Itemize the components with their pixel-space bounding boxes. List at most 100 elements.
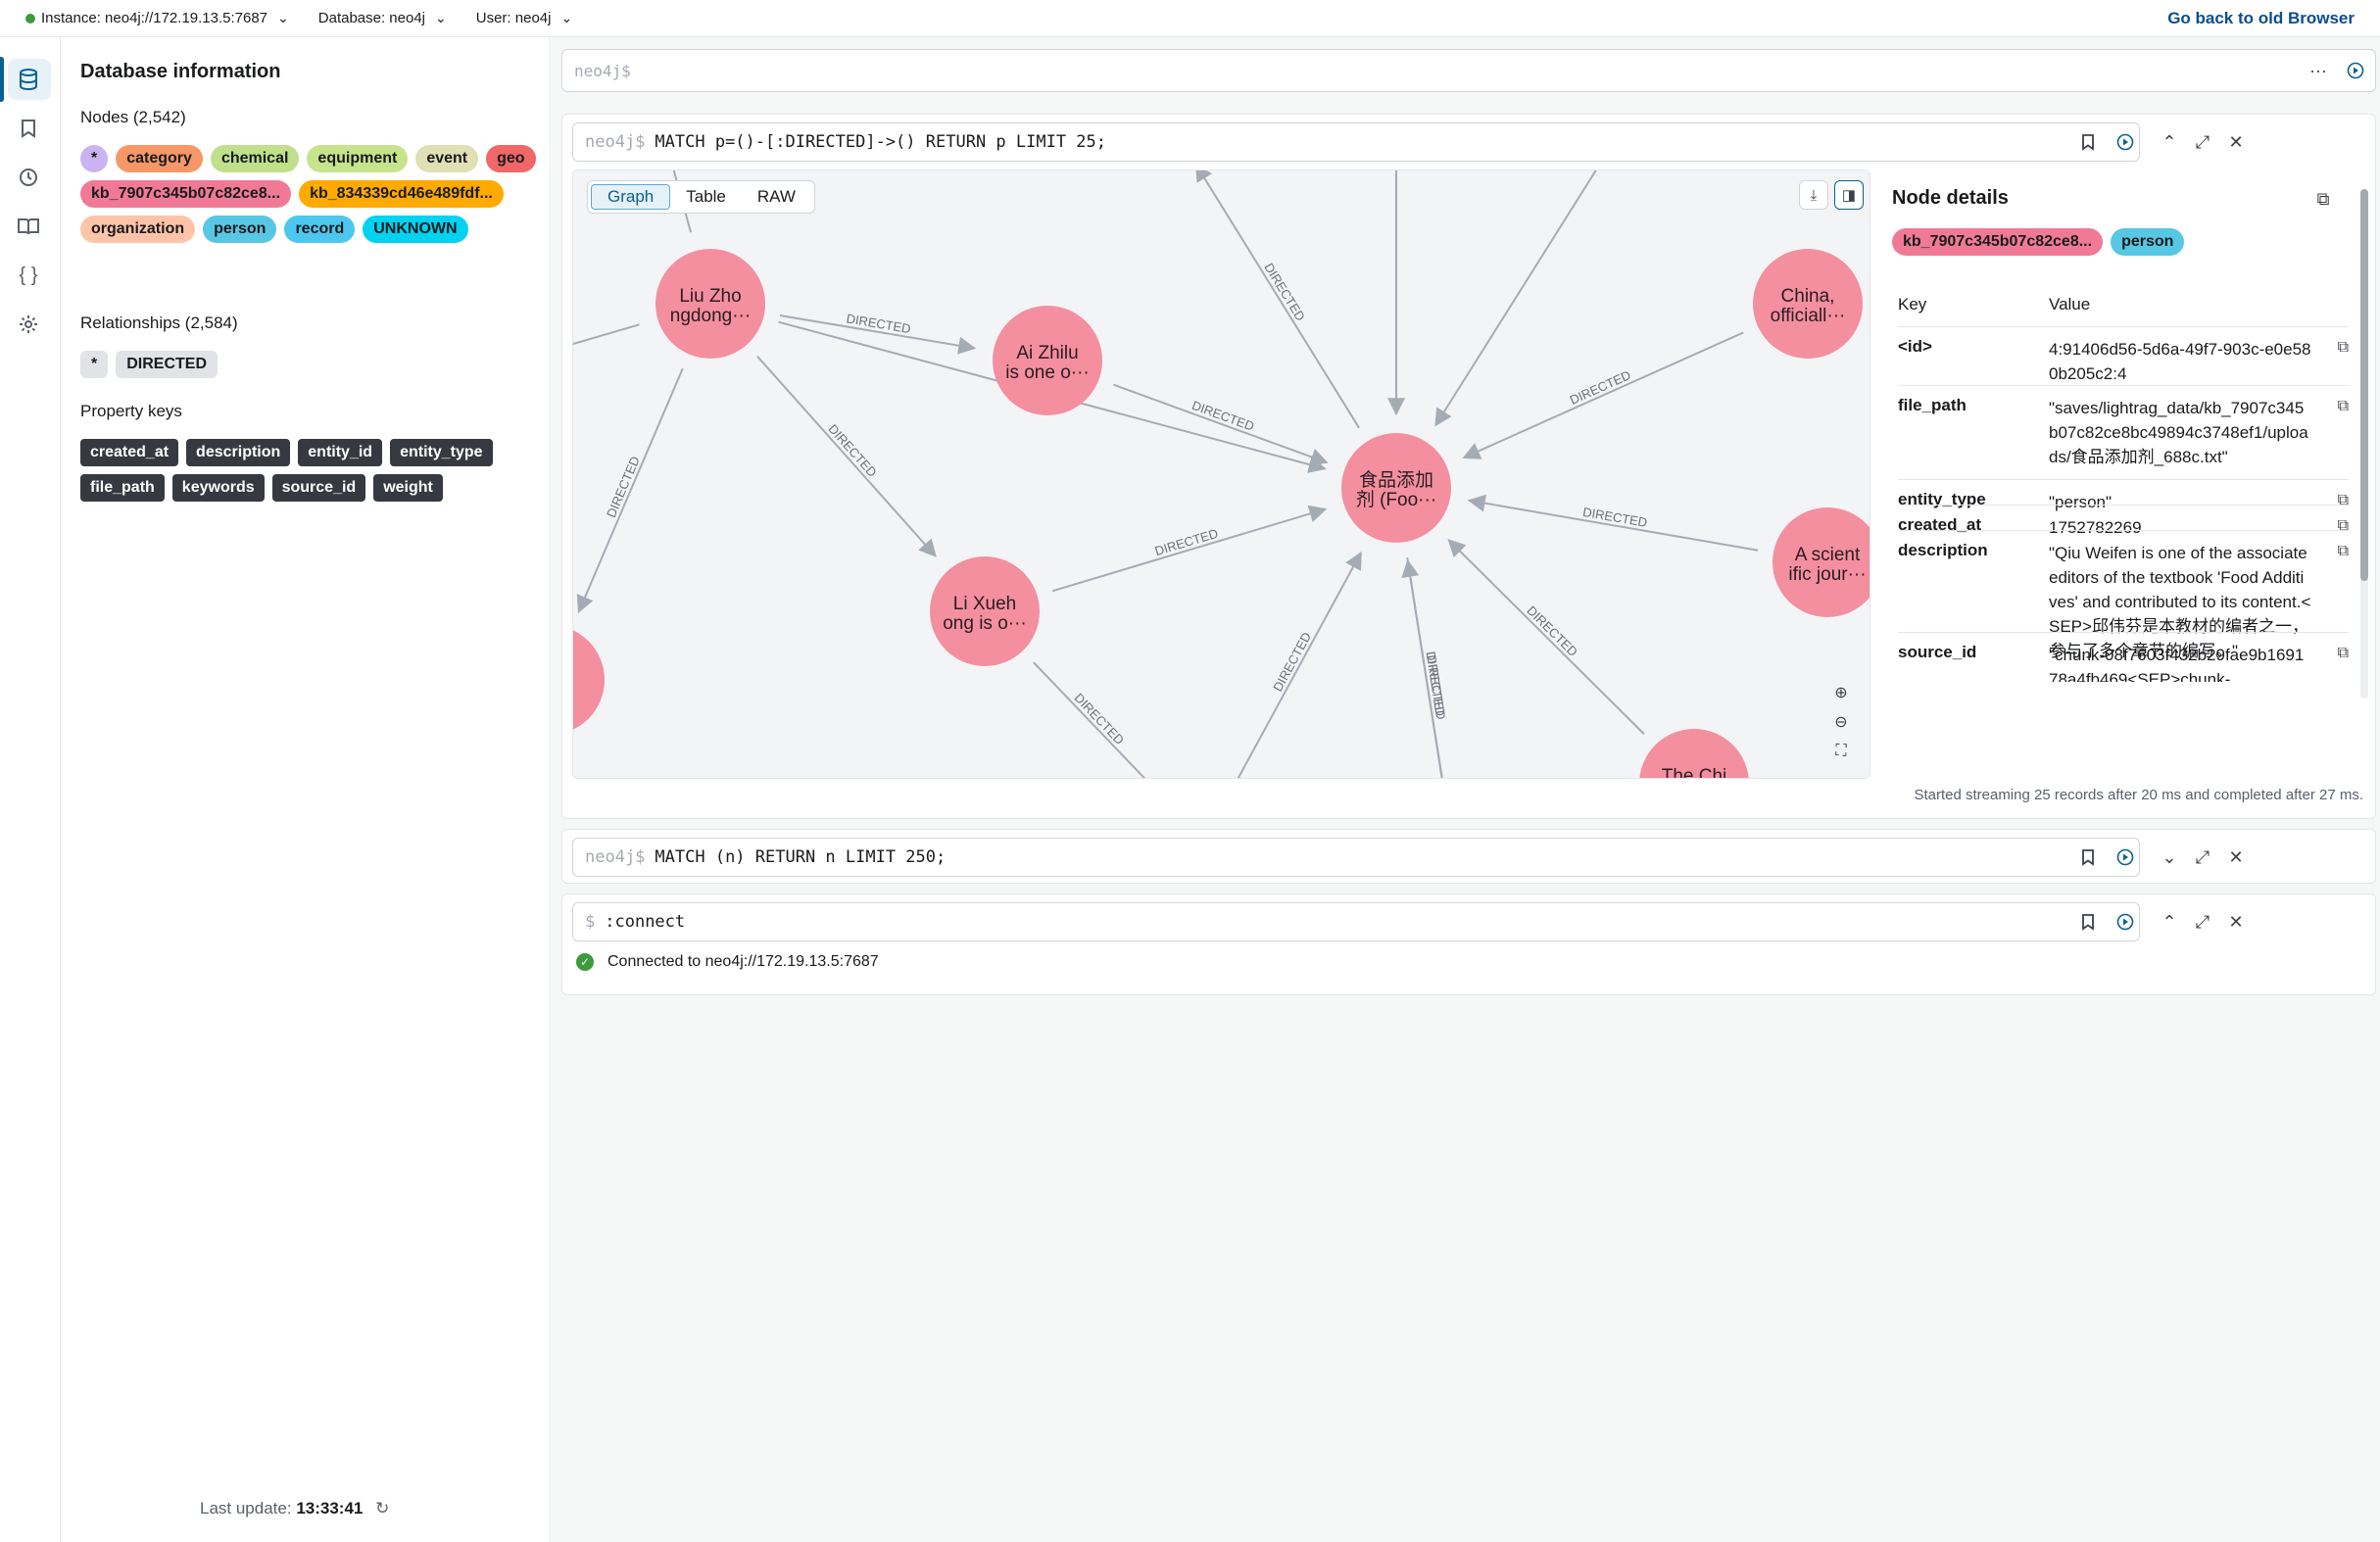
property-key-chip[interactable]: entity_id [298, 439, 383, 466]
node-label-chip[interactable]: equipment [307, 145, 409, 172]
relationship-edge[interactable] [1434, 170, 1602, 427]
node-label-chip[interactable]: organization [80, 216, 196, 243]
chevron-down-icon[interactable]: ⌄ [2158, 845, 2181, 869]
old-browser-link[interactable]: Go back to old Browser [2167, 9, 2355, 28]
success-check-icon: ✓ [576, 953, 594, 971]
graph-node[interactable]: Li Xuehong is o··· [930, 556, 1040, 666]
copy-icon[interactable]: ⧉ [2338, 398, 2349, 415]
more-options-icon[interactable]: ··· [2307, 59, 2330, 82]
node-label-chip[interactable]: geo [486, 145, 536, 172]
user-selector[interactable]: User: neo4j ⌄ [476, 10, 572, 26]
icon-rail: { } [0, 37, 61, 1542]
graph-node[interactable]: A scientific jour··· [1773, 507, 1870, 617]
expand-icon[interactable]: ⤢ [2191, 910, 2214, 934]
details-label-chip[interactable]: person [2111, 228, 2185, 256]
property-key-chip[interactable]: description [186, 439, 291, 466]
book-icon[interactable] [14, 212, 43, 241]
graph-canvas[interactable]: DIRECTED DIRECTED DIRECTED DIRECTED DIRECTED… [573, 170, 1870, 779]
node-label-chip[interactable]: UNKNOWN [363, 216, 468, 243]
frame-query[interactable]: neo4j$ MATCH p=()-[:DIRECTED]->() RETURN… [572, 122, 2140, 162]
node-label-chip[interactable]: person [203, 216, 277, 243]
property-key-chip[interactable]: source_id [271, 474, 366, 502]
property-key-chip[interactable]: weight [373, 474, 443, 502]
relationship-type-chip[interactable]: DIRECTED [116, 351, 219, 378]
relationship-type-chip[interactable]: * [80, 351, 109, 378]
graph-node[interactable]: Ai Zhiluis one o··· [993, 306, 1102, 415]
query-editor[interactable]: neo4j$ ··· [561, 49, 2376, 92]
copy-icon[interactable]: ⧉ [2311, 187, 2335, 211]
copy-icon[interactable]: ⧉ [2338, 492, 2349, 509]
chevron-up-icon[interactable]: ⌃ [2158, 130, 2181, 154]
chevron-up-icon[interactable]: ⌃ [2158, 910, 2181, 934]
node-label-chip[interactable]: chemical [210, 145, 300, 172]
database-selector[interactable]: Database: neo4j ⌄ [318, 10, 447, 26]
toggle-details-panel-icon[interactable]: ◨ [1834, 180, 1864, 210]
copy-icon[interactable]: ⧉ [2338, 543, 2349, 560]
relationship-edge[interactable] [573, 323, 640, 347]
bookmark-icon[interactable] [14, 114, 43, 143]
expand-icon[interactable]: ⤢ [2191, 845, 2214, 869]
graph-node[interactable]: Liu Zhongdong··· [656, 249, 765, 359]
property-key-chip[interactable]: keywords [171, 474, 265, 502]
relationship-edge[interactable] [576, 367, 684, 614]
relationship-edge[interactable] [1051, 505, 1328, 593]
relationship-edge[interactable] [1467, 494, 1759, 552]
relationship-edge[interactable] [1194, 170, 1360, 429]
property-key-chip[interactable]: entity_type [390, 439, 493, 466]
value-header: Value [2049, 295, 2091, 313]
relationship-edge[interactable] [756, 356, 937, 557]
expand-icon[interactable]: ⤢ [2191, 130, 2214, 154]
graph-node[interactable]: China,officiall··· [1753, 249, 1863, 359]
details-scrollbar[interactable] [2360, 189, 2368, 699]
graph-node[interactable]: 食品添加剂 (Foo··· [1341, 433, 1451, 543]
result-frame-collapsed: neo4j$ MATCH (n) RETURN n LIMIT 250; ⌄ ⤢… [561, 829, 2376, 884]
tab-graph[interactable]: Graph [591, 184, 671, 210]
instance-selector[interactable]: Instance: neo4j://172.19.13.5:7687 ⌄ [25, 10, 289, 26]
node-label-chip[interactable]: event [415, 145, 479, 172]
graph-visualization[interactable]: Graph Table RAW ⤓ ◨ ⊕ ⊖ ⛶ DIRECTED DIRECT… [572, 169, 1870, 779]
database-icon[interactable] [14, 65, 43, 94]
relationship-edge[interactable] [1462, 331, 1744, 459]
graph-node[interactable]: ilio··· [573, 625, 605, 735]
relationship-edge[interactable] [1113, 383, 1329, 465]
graph-node[interactable]: The China Copy··· [1639, 729, 1749, 779]
copy-icon[interactable]: ⧉ [2338, 339, 2349, 357]
details-label-chip[interactable]: kb_7907c345b07c82ce8... [1892, 228, 2104, 256]
connection-status-dot [25, 13, 35, 24]
frame-query[interactable]: $ :connect [572, 902, 2140, 941]
close-icon[interactable]: ✕ [2224, 845, 2248, 869]
fit-to-screen-icon[interactable]: ⛶ [1826, 739, 1856, 764]
history-icon[interactable] [14, 163, 43, 192]
close-icon[interactable]: ✕ [2224, 130, 2248, 154]
bookmark-icon[interactable] [2076, 910, 2100, 934]
relationship-edge[interactable] [1237, 551, 1362, 778]
graph-node-circle[interactable] [573, 625, 605, 735]
copy-icon[interactable]: ⧉ [2338, 645, 2349, 662]
tab-raw[interactable]: RAW [742, 184, 811, 210]
rerun-query-icon[interactable] [2113, 845, 2137, 869]
zoom-in-icon[interactable]: ⊕ [1826, 680, 1856, 705]
node-label-chip[interactable]: kb_7907c345b07c82ce8... [80, 180, 292, 208]
node-label-chip[interactable]: record [284, 216, 356, 243]
settings-gear-icon[interactable] [14, 310, 43, 339]
bookmark-icon[interactable] [2076, 130, 2100, 154]
property-key-chip[interactable]: created_at [80, 439, 179, 466]
relationship-edge[interactable] [1447, 539, 1645, 735]
refresh-icon[interactable]: ↻ [375, 1499, 389, 1518]
property-key-chip[interactable]: file_path [80, 474, 165, 502]
braces-icon[interactable]: { } [14, 261, 43, 290]
tab-table[interactable]: Table [670, 184, 742, 210]
zoom-out-icon[interactable]: ⊖ [1826, 709, 1856, 735]
node-label-chip[interactable]: kb_834339cd46e489fdf... [299, 180, 504, 208]
download-icon[interactable]: ⤓ [1799, 180, 1828, 210]
frame-query[interactable]: neo4j$ MATCH (n) RETURN n LIMIT 250; [572, 838, 2140, 877]
frame-query-text: MATCH (n) RETURN n LIMIT 250; [655, 847, 947, 867]
node-label-chip[interactable]: * [80, 145, 109, 172]
bookmark-icon[interactable] [2076, 845, 2100, 869]
rerun-query-icon[interactable] [2113, 910, 2137, 934]
run-query-icon[interactable] [2344, 59, 2367, 82]
close-icon[interactable]: ✕ [2224, 910, 2248, 934]
node-label-chip[interactable]: category [116, 145, 203, 172]
rerun-query-icon[interactable] [2113, 130, 2137, 154]
copy-icon[interactable]: ⧉ [2338, 517, 2349, 535]
